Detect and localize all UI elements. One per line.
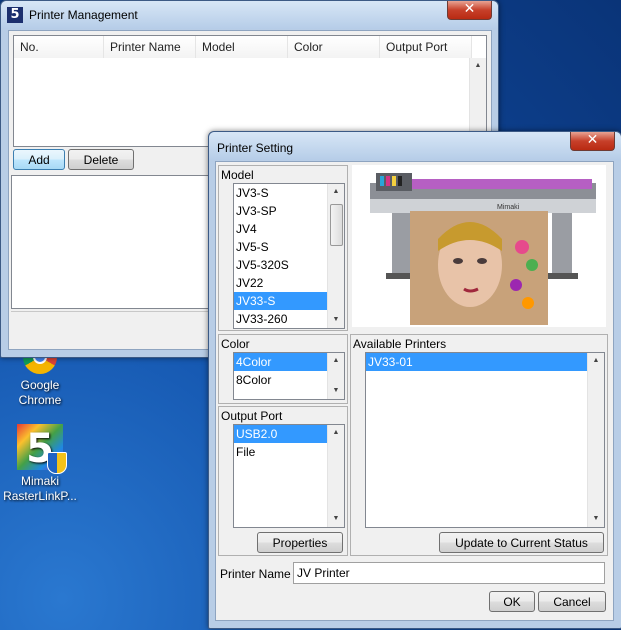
color-list[interactable]: 4Color 8Color ▲ ▼ (233, 352, 345, 400)
printer-name-input[interactable]: JV Printer (293, 562, 605, 584)
desktop-icon-label: RasterLinkP... (3, 489, 77, 503)
dialog-close-button[interactable]: ✕ (570, 132, 615, 151)
color-scrollbar[interactable]: ▲ ▼ (327, 353, 344, 399)
model-label: Model (221, 168, 254, 182)
column-header-model[interactable]: Model (196, 36, 288, 58)
printer-illustration: Mimaki (370, 173, 596, 325)
scroll-up-icon[interactable]: ▲ (328, 353, 344, 369)
color-label: Color (221, 337, 250, 351)
scroll-up-icon[interactable]: ▲ (328, 184, 344, 200)
model-list[interactable]: JV3-S JV3-SP JV4 JV5-S JV5-320S JV22 JV33-S JV3… (233, 183, 345, 329)
scroll-up-icon[interactable]: ▲ (328, 425, 344, 441)
scroll-down-icon[interactable]: ▼ (328, 511, 344, 527)
close-button[interactable]: ✕ (447, 1, 492, 20)
dialog-title-bar[interactable]: Printer Setting ✕ (209, 132, 621, 160)
printer-name-label: Printer Name (220, 567, 291, 581)
details-panel (11, 175, 211, 309)
dialog-title: Printer Setting (217, 141, 294, 155)
window-title: Printer Management (29, 8, 138, 22)
desktop-icon-rasterlink[interactable]: 5 Mimaki RasterLinkP... (0, 424, 80, 504)
column-header-output-port[interactable]: Output Port (380, 36, 472, 58)
scroll-down-icon[interactable]: ▼ (328, 312, 344, 328)
scroll-thumb[interactable] (330, 204, 343, 246)
desktop-icon-label: Chrome (18, 393, 62, 407)
desktop-icon-label: Google (20, 378, 60, 392)
scroll-up-icon[interactable]: ▲ (588, 353, 604, 369)
available-printers-scrollbar[interactable]: ▲ ▼ (587, 353, 604, 527)
app-icon: 5 (7, 7, 23, 23)
update-status-button[interactable]: Update to Current Status (439, 532, 604, 553)
scroll-up-icon[interactable]: ▲ (470, 58, 486, 74)
delete-button[interactable]: Delete (68, 149, 134, 170)
port-scrollbar[interactable]: ▲ ▼ (327, 425, 344, 527)
uac-shield-icon (47, 452, 67, 474)
column-header-printer-name[interactable]: Printer Name (104, 36, 196, 58)
title-bar[interactable]: 5 Printer Management ✕ (1, 1, 498, 29)
cancel-button[interactable]: Cancel (538, 591, 606, 612)
ok-button[interactable]: OK (489, 591, 535, 612)
column-header-no[interactable]: No. (14, 36, 104, 58)
available-printers-list[interactable]: JV33-01 ▲ ▼ (365, 352, 605, 528)
available-printer-item[interactable]: JV33-01 (366, 353, 604, 371)
properties-button[interactable]: Properties (257, 532, 343, 553)
column-header-color[interactable]: Color (288, 36, 380, 58)
output-port-label: Output Port (221, 409, 283, 423)
scroll-down-icon[interactable]: ▼ (328, 383, 344, 399)
printer-preview-image: Mimaki (352, 165, 606, 327)
rasterlink-icon: 5 (17, 424, 67, 474)
preview-brand-text: Mimaki (497, 204, 520, 211)
desktop-icon-label: Mimaki (21, 474, 59, 488)
output-port-list[interactable]: USB2.0 File ▲ ▼ (233, 424, 345, 528)
scroll-down-icon[interactable]: ▼ (588, 511, 604, 527)
available-printers-label: Available Printers (353, 337, 447, 351)
model-scrollbar[interactable]: ▲ ▼ (327, 184, 344, 328)
add-button[interactable]: Add (13, 149, 65, 170)
